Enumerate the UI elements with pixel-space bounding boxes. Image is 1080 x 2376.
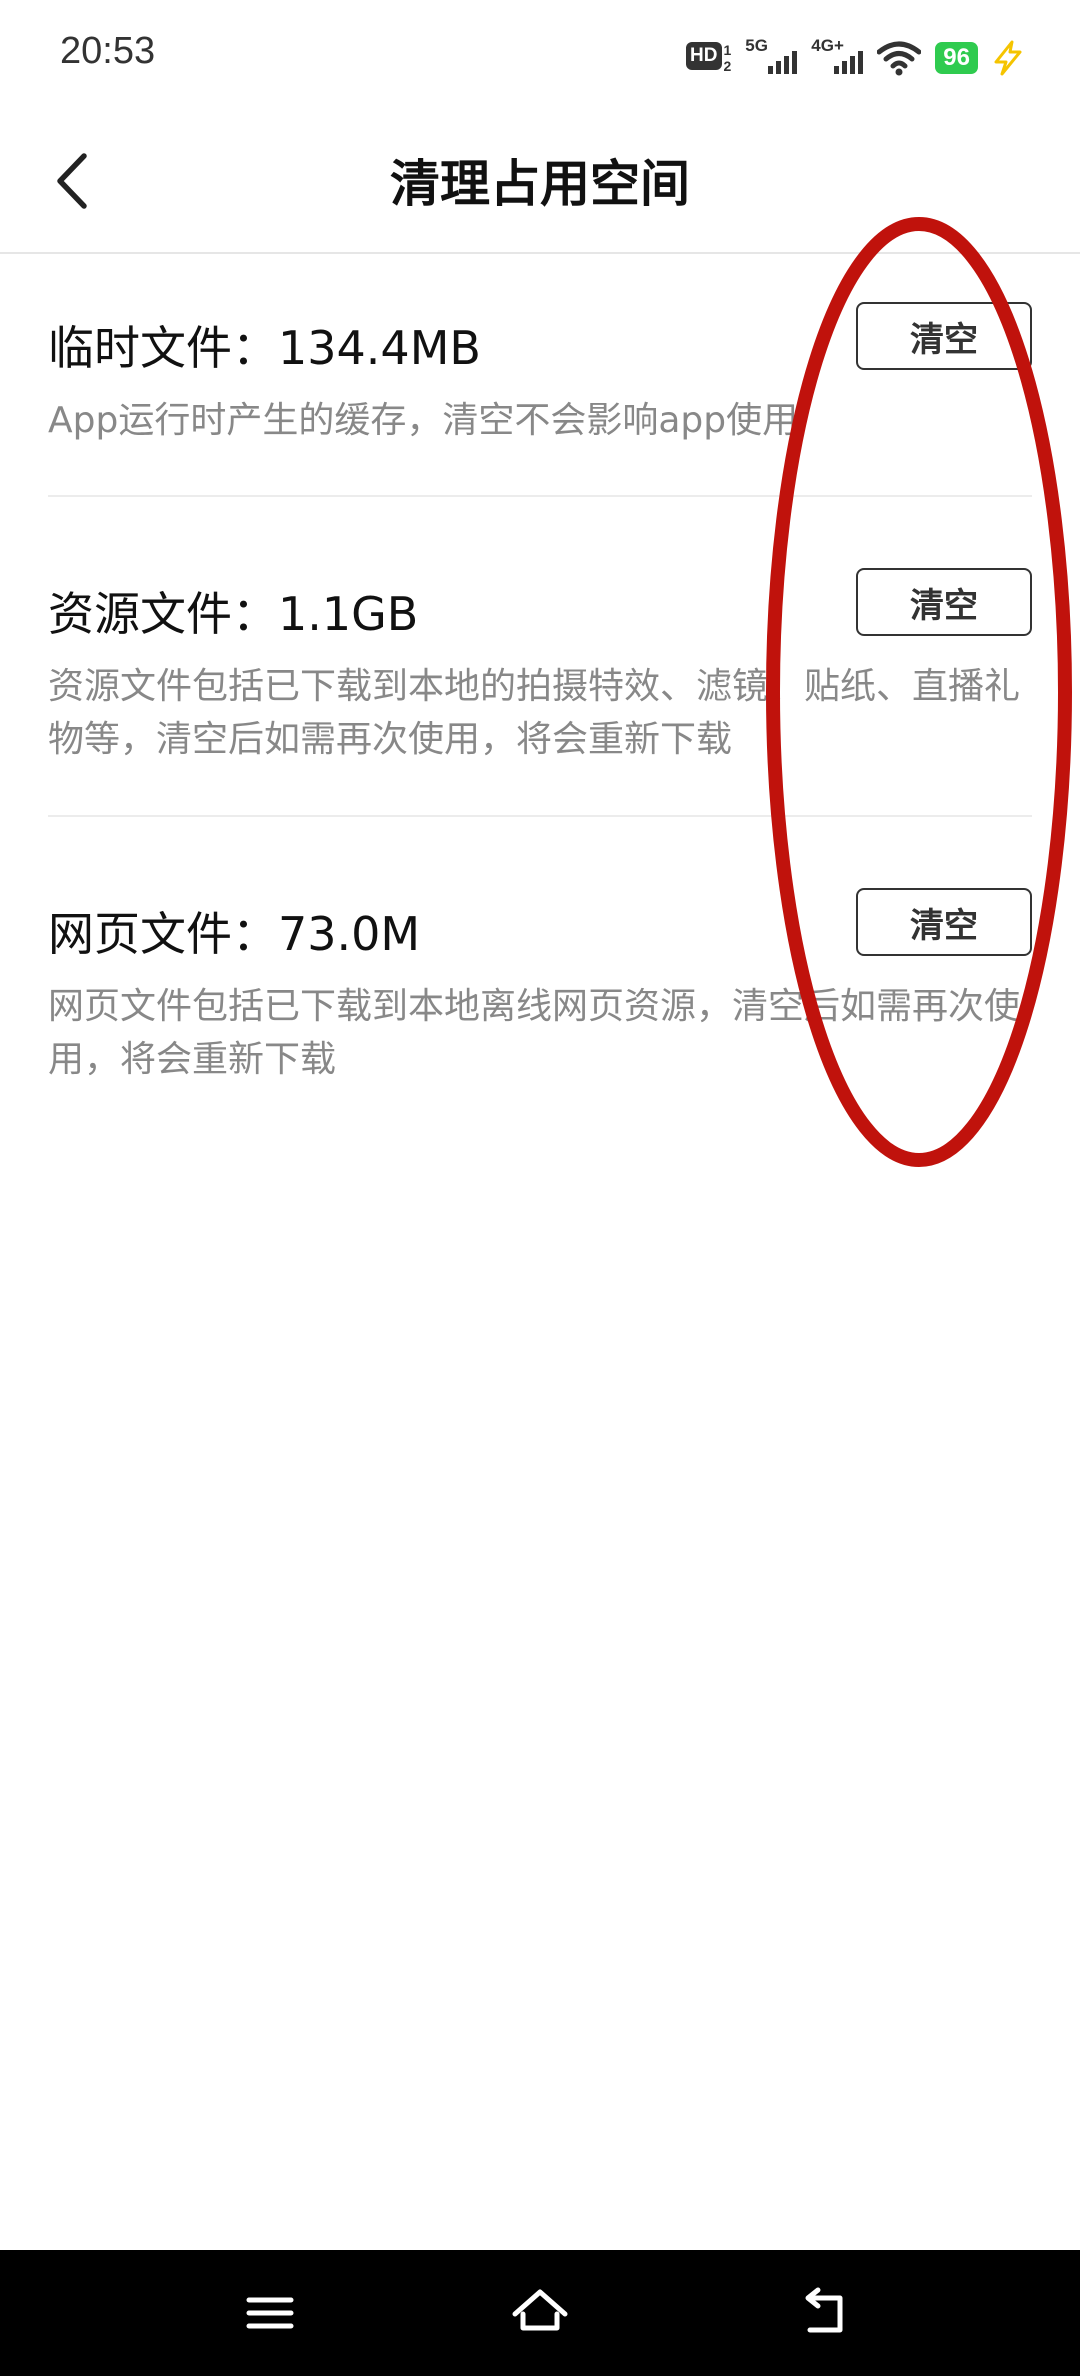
header: 清理占用空间 — [0, 110, 1080, 254]
menu-button[interactable] — [235, 2278, 305, 2348]
menu-icon — [246, 2297, 294, 2329]
navigation-bar — [0, 2250, 1080, 2376]
status-icons: HD 1 2 5G 4G+ 96 — [686, 36, 1024, 80]
status-bar: 20:53 HD 1 2 5G 4G+ 96 — [0, 0, 1080, 110]
signal-bars — [768, 51, 798, 74]
item-desc: 网页文件包括已下载到本地离线网页资源，清空后如需再次使用，将会重新下载 — [48, 986, 1021, 1080]
screen: 20:53 HD 1 2 5G 4G+ 96 清理占用空间 临时文件：134.4… — [0, 0, 1080, 2376]
item-title: 资源文件：1.1GB — [48, 587, 419, 641]
battery-indicator: 96 — [935, 42, 978, 74]
item-desc: 资源文件包括已下载到本地的拍摄特效、滤镜、贴纸、直播礼物等，清空后如需再次使用，… — [48, 666, 1021, 760]
hd-voice-icon: HD 1 2 — [686, 42, 731, 74]
item-desc: App运行时产生的缓存，清空不会影响app使用 — [48, 400, 799, 441]
return-button[interactable] — [790, 2278, 860, 2348]
home-button[interactable] — [505, 2278, 575, 2348]
charging-icon — [994, 40, 1022, 76]
item-title: 临时文件：134.4MB — [48, 321, 481, 375]
divider — [48, 495, 1032, 497]
signal-4g-icon: 4G+ — [811, 36, 864, 78]
net1-label: 5G — [745, 36, 768, 55]
signal-5g-icon: 5G — [745, 36, 798, 78]
clear-temp-files-button[interactable]: 清空 — [856, 302, 1032, 370]
hd-label: HD — [686, 42, 722, 70]
hd-sup: 1 — [723, 42, 732, 58]
status-time: 20:53 — [60, 30, 156, 72]
clear-resource-files-button[interactable]: 清空 — [856, 568, 1032, 636]
hd-sim-numbers: 1 2 — [724, 42, 732, 74]
signal-bars — [834, 51, 864, 74]
divider — [48, 815, 1032, 817]
return-icon — [805, 2287, 843, 2333]
page-title: 清理占用空间 — [390, 155, 690, 213]
hd-sub: 2 — [723, 58, 732, 74]
home-icon — [512, 2289, 568, 2331]
wifi-icon — [877, 41, 922, 76]
item-title: 网页文件：73.0M — [48, 907, 421, 961]
clear-web-files-button[interactable]: 清空 — [856, 888, 1032, 956]
